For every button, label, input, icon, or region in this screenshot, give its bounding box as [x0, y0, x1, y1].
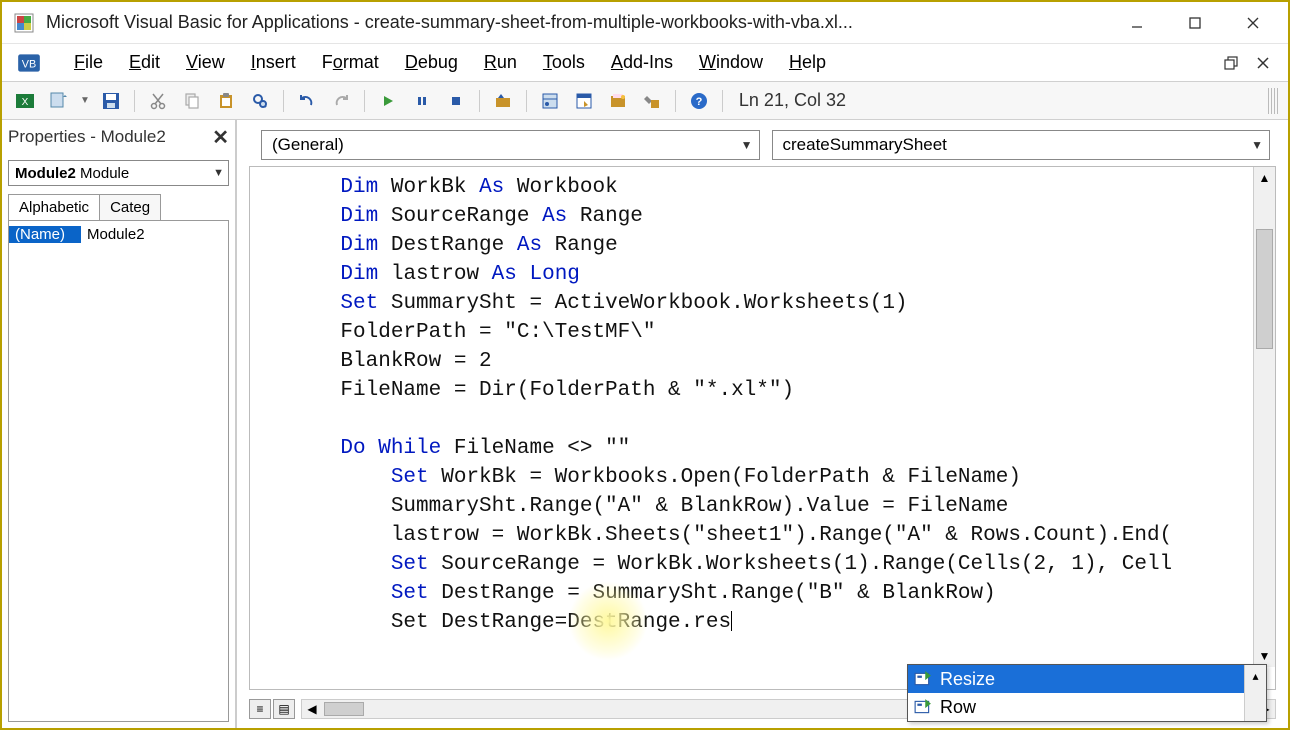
- procedure-list-value: createSummarySheet: [783, 135, 947, 155]
- find-button[interactable]: [247, 88, 273, 114]
- property-icon: [914, 698, 932, 716]
- help-button[interactable]: ?: [686, 88, 712, 114]
- svg-text:X: X: [22, 97, 29, 108]
- svg-text:?: ?: [696, 96, 703, 108]
- copy-button[interactable]: [179, 88, 205, 114]
- paste-button[interactable]: [213, 88, 239, 114]
- cursor-position-status: Ln 21, Col 32: [739, 90, 846, 111]
- intellisense-label: Resize: [940, 669, 995, 690]
- menu-debug[interactable]: Debug: [405, 52, 458, 73]
- properties-close-button[interactable]: ✕: [212, 125, 229, 150]
- chevron-down-icon: ▼: [1251, 138, 1263, 152]
- object-list-value: (General): [272, 135, 344, 155]
- mdi-restore-button[interactable]: [1220, 52, 1242, 74]
- run-button[interactable]: [375, 88, 401, 114]
- menu-addins[interactable]: Add-Ins: [611, 52, 673, 73]
- properties-pane: Properties - Module2 ✕ Module2 Module ▼ …: [2, 120, 237, 728]
- properties-title-bar: Properties - Module2 ✕: [2, 120, 235, 154]
- menu-tools[interactable]: Tools: [543, 52, 585, 73]
- window-title: Microsoft Visual Basic for Applications …: [46, 12, 1120, 33]
- menu-insert[interactable]: Insert: [251, 52, 296, 73]
- redo-button[interactable]: [328, 88, 354, 114]
- property-icon: [914, 670, 932, 688]
- properties-grid[interactable]: (Name) Module2: [8, 220, 229, 722]
- tab-alphabetic[interactable]: Alphabetic: [8, 194, 100, 220]
- chevron-down-icon: ▼: [741, 138, 753, 152]
- tab-categorized[interactable]: Categ: [99, 194, 161, 220]
- intellisense-label: Row: [940, 697, 976, 718]
- intellisense-item[interactable]: Resize: [908, 665, 1266, 693]
- scroll-thumb[interactable]: [1256, 229, 1273, 349]
- reset-button[interactable]: [443, 88, 469, 114]
- object-list-combo[interactable]: (General) ▼: [261, 130, 760, 160]
- properties-object-name: Module2: [15, 165, 76, 182]
- toolbar-grip: [1268, 88, 1278, 114]
- project-explorer-button[interactable]: [537, 88, 563, 114]
- menu-edit[interactable]: Edit: [129, 52, 160, 73]
- procedure-view-button[interactable]: ≡: [249, 699, 271, 719]
- undo-button[interactable]: [294, 88, 320, 114]
- minimize-button[interactable]: [1120, 9, 1154, 37]
- scroll-up-button[interactable]: ▲: [1254, 167, 1275, 189]
- menu-format[interactable]: Format: [322, 52, 379, 73]
- vb-logo-icon: VB: [16, 50, 42, 76]
- properties-object-combo[interactable]: Module2 Module ▼: [8, 160, 229, 186]
- chevron-down-icon: ▼: [213, 167, 224, 179]
- full-module-view-button[interactable]: ▤: [273, 699, 295, 719]
- design-mode-button[interactable]: [490, 88, 516, 114]
- object-browser-button[interactable]: [605, 88, 631, 114]
- code-area: (General) ▼ createSummarySheet ▼ Dim Wor…: [237, 120, 1288, 728]
- hscroll-thumb[interactable]: [324, 702, 364, 716]
- excel-button[interactable]: X: [12, 88, 38, 114]
- break-button[interactable]: [409, 88, 435, 114]
- menu-help[interactable]: Help: [789, 52, 826, 73]
- property-key: (Name): [9, 226, 81, 243]
- cut-button[interactable]: [145, 88, 171, 114]
- intellisense-item[interactable]: Row: [908, 693, 1266, 721]
- menu-file[interactable]: File: [74, 52, 103, 73]
- menu-run[interactable]: Run: [484, 52, 517, 73]
- insert-module-button[interactable]: [46, 88, 72, 114]
- code-editor[interactable]: Dim WorkBk As Workbook Dim SourceRange A…: [249, 166, 1276, 690]
- vertical-scrollbar[interactable]: ▲ ▼: [1253, 167, 1275, 667]
- procedure-list-combo[interactable]: createSummarySheet ▼: [772, 130, 1271, 160]
- maximize-button[interactable]: [1178, 9, 1212, 37]
- menu-window[interactable]: Window: [699, 52, 763, 73]
- app-icon: [12, 11, 36, 35]
- svg-text:VB: VB: [22, 58, 36, 70]
- property-row[interactable]: (Name) Module2: [9, 221, 228, 247]
- menu-view[interactable]: View: [186, 52, 225, 73]
- toolbar: X ▼ ? Ln 21, Col 32: [2, 82, 1288, 120]
- intellisense-popup[interactable]: Resize Row ▴: [907, 664, 1267, 722]
- title-bar: Microsoft Visual Basic for Applications …: [2, 2, 1288, 44]
- properties-window-button[interactable]: [571, 88, 597, 114]
- property-value[interactable]: Module2: [81, 226, 228, 243]
- intellisense-scrollbar[interactable]: ▴: [1244, 665, 1266, 721]
- menu-bar: VB File Edit View Insert Format Debug Ru…: [2, 44, 1288, 82]
- toolbox-button[interactable]: [639, 88, 665, 114]
- save-button[interactable]: [98, 88, 124, 114]
- scroll-left-button[interactable]: ◀: [302, 700, 322, 718]
- close-button[interactable]: [1236, 9, 1270, 37]
- mdi-close-button[interactable]: [1252, 52, 1274, 74]
- properties-title-label: Properties - Module2: [8, 127, 166, 147]
